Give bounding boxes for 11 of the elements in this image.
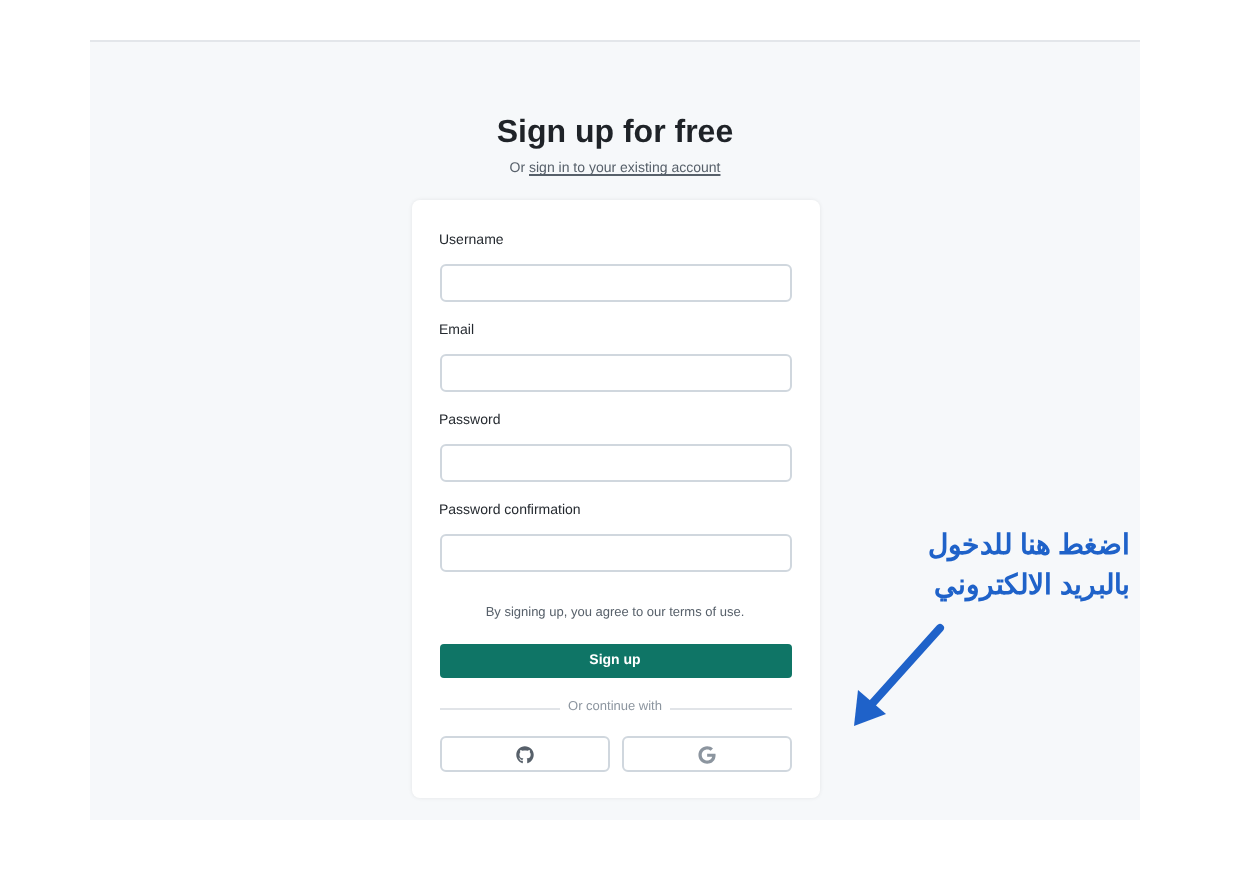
input-field[interactable] <box>439 263 791 301</box>
google-sign-in-button[interactable] <box>621 736 791 772</box>
input-field[interactable] <box>439 353 791 391</box>
github-icon <box>515 745 533 763</box>
github-sign-in-button[interactable] <box>439 736 609 772</box>
page-title: Sign up for free <box>496 116 734 152</box>
input-field[interactable] <box>439 443 791 481</box>
input-field[interactable] <box>439 533 791 571</box>
google-icon <box>697 745 715 763</box>
annotation-text: اضغط هنا للدخول بالبريد الالكتروني <box>926 526 1130 604</box>
arrow-icon <box>850 622 946 730</box>
